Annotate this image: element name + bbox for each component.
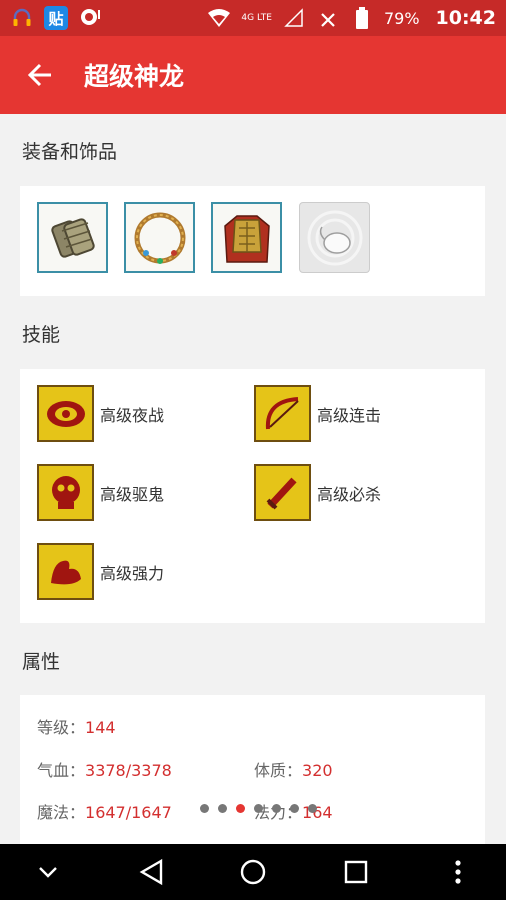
attribute-hp: 气血：3378/3378 — [37, 757, 172, 781]
navigation-bar — [0, 844, 506, 900]
skills-heading: 技能 — [22, 324, 61, 346]
skill-item[interactable]: 高级驱鬼 — [37, 464, 164, 521]
no-signal-icon — [316, 6, 340, 30]
necklace-icon — [134, 212, 185, 264]
attribute-label: 等级： — [37, 718, 86, 737]
recents-button[interactable] — [336, 852, 376, 892]
skill-label: 高级强力 — [100, 563, 165, 583]
equipment-slot-bracer[interactable] — [37, 202, 108, 273]
app-bar: 超级神龙 — [0, 36, 506, 114]
page-dot[interactable] — [290, 804, 299, 813]
wifi-icon — [207, 6, 231, 30]
arrow-left-icon — [27, 63, 51, 87]
skill-item[interactable]: 高级夜战 — [37, 385, 164, 442]
exorcise-skill-icon — [37, 464, 94, 521]
page-dot-active[interactable] — [236, 804, 245, 813]
collapse-button[interactable] — [28, 852, 68, 892]
signal-icon — [282, 6, 306, 30]
back-nav-button[interactable] — [131, 852, 171, 892]
chevron-down-icon — [39, 867, 57, 878]
empty-slot-icon — [307, 210, 362, 265]
attribute-label: 气血： — [37, 761, 86, 780]
page-title: 超级神龙 — [84, 62, 185, 91]
home-button[interactable] — [233, 852, 273, 892]
skill-label: 高级夜战 — [100, 405, 165, 425]
battery-icon — [350, 6, 374, 30]
page-dot[interactable] — [272, 804, 281, 813]
armor-icon — [223, 214, 270, 263]
attribute-label: 魔法： — [37, 803, 86, 822]
equipment-slot-empty[interactable] — [299, 202, 370, 273]
back-button[interactable] — [22, 57, 58, 93]
equipment-slot-necklace[interactable] — [124, 202, 195, 273]
skills-card: 高级夜战 高级连击 高级驱鬼 高级必杀 高级强力 — [20, 369, 485, 623]
equipment-card — [20, 186, 485, 296]
page-indicator[interactable] — [200, 804, 317, 813]
attribute-level: 等级：144 — [37, 714, 116, 738]
attribute-value: 1647/1647 — [85, 803, 172, 822]
page-dot[interactable] — [200, 804, 209, 813]
strength-skill-icon — [37, 543, 94, 600]
attribute-mp: 魔法：1647/1647 — [37, 799, 172, 823]
square-recents-icon — [344, 860, 367, 884]
skill-label: 高级驱鬼 — [100, 484, 165, 504]
combo-skill-icon — [254, 385, 311, 442]
attributes-heading: 属性 — [22, 651, 61, 673]
page-dot[interactable] — [254, 804, 263, 813]
skill-item[interactable]: 高级必杀 — [254, 464, 381, 521]
attribute-value: 144 — [85, 718, 116, 737]
page-dot[interactable] — [308, 804, 317, 813]
network-type-label: 4G LTE — [241, 13, 272, 23]
attribute-value: 320 — [302, 761, 333, 780]
critical-skill-icon — [254, 464, 311, 521]
attribute-value: 3378/3378 — [85, 761, 172, 780]
attribute-label: 体质： — [254, 761, 303, 780]
status-bar: 贴 4G LTE 79% 10:42 — [0, 0, 506, 36]
skill-item[interactable]: 高级强力 — [37, 543, 164, 600]
clock: 10:42 — [435, 7, 496, 29]
circle-home-icon — [240, 859, 266, 885]
detail-content[interactable]: 装备和饰品 技能 高级夜战 高级连击 高级驱鬼 高级必杀 高级强力 属性 等级：… — [0, 114, 506, 844]
attributes-card: 等级：144 气血：3378/3378 体质：320 魔法：1647/1647 … — [20, 695, 485, 844]
headset-notification-icon — [10, 6, 34, 30]
night-battle-skill-icon — [37, 385, 94, 442]
skill-label: 高级连击 — [317, 405, 382, 425]
menu-button[interactable] — [438, 852, 478, 892]
tieba-notification-icon: 贴 — [44, 6, 68, 30]
equipment-heading: 装备和饰品 — [22, 141, 118, 163]
triangle-back-icon — [139, 858, 162, 886]
equipment-slot-armor[interactable] — [211, 202, 282, 273]
attribute-constitution: 体质：320 — [254, 757, 333, 781]
battery-percentage: 79% — [383, 8, 420, 28]
message-notification-icon — [78, 6, 102, 30]
status-bar-right: 4G LTE 79% 10:42 — [207, 6, 496, 30]
skill-item[interactable]: 高级连击 — [254, 385, 381, 442]
skill-label: 高级必杀 — [317, 484, 382, 504]
page-dot[interactable] — [218, 804, 227, 813]
more-vertical-icon — [455, 860, 461, 884]
bracer-icon — [50, 217, 95, 258]
status-bar-left: 贴 — [10, 6, 102, 30]
